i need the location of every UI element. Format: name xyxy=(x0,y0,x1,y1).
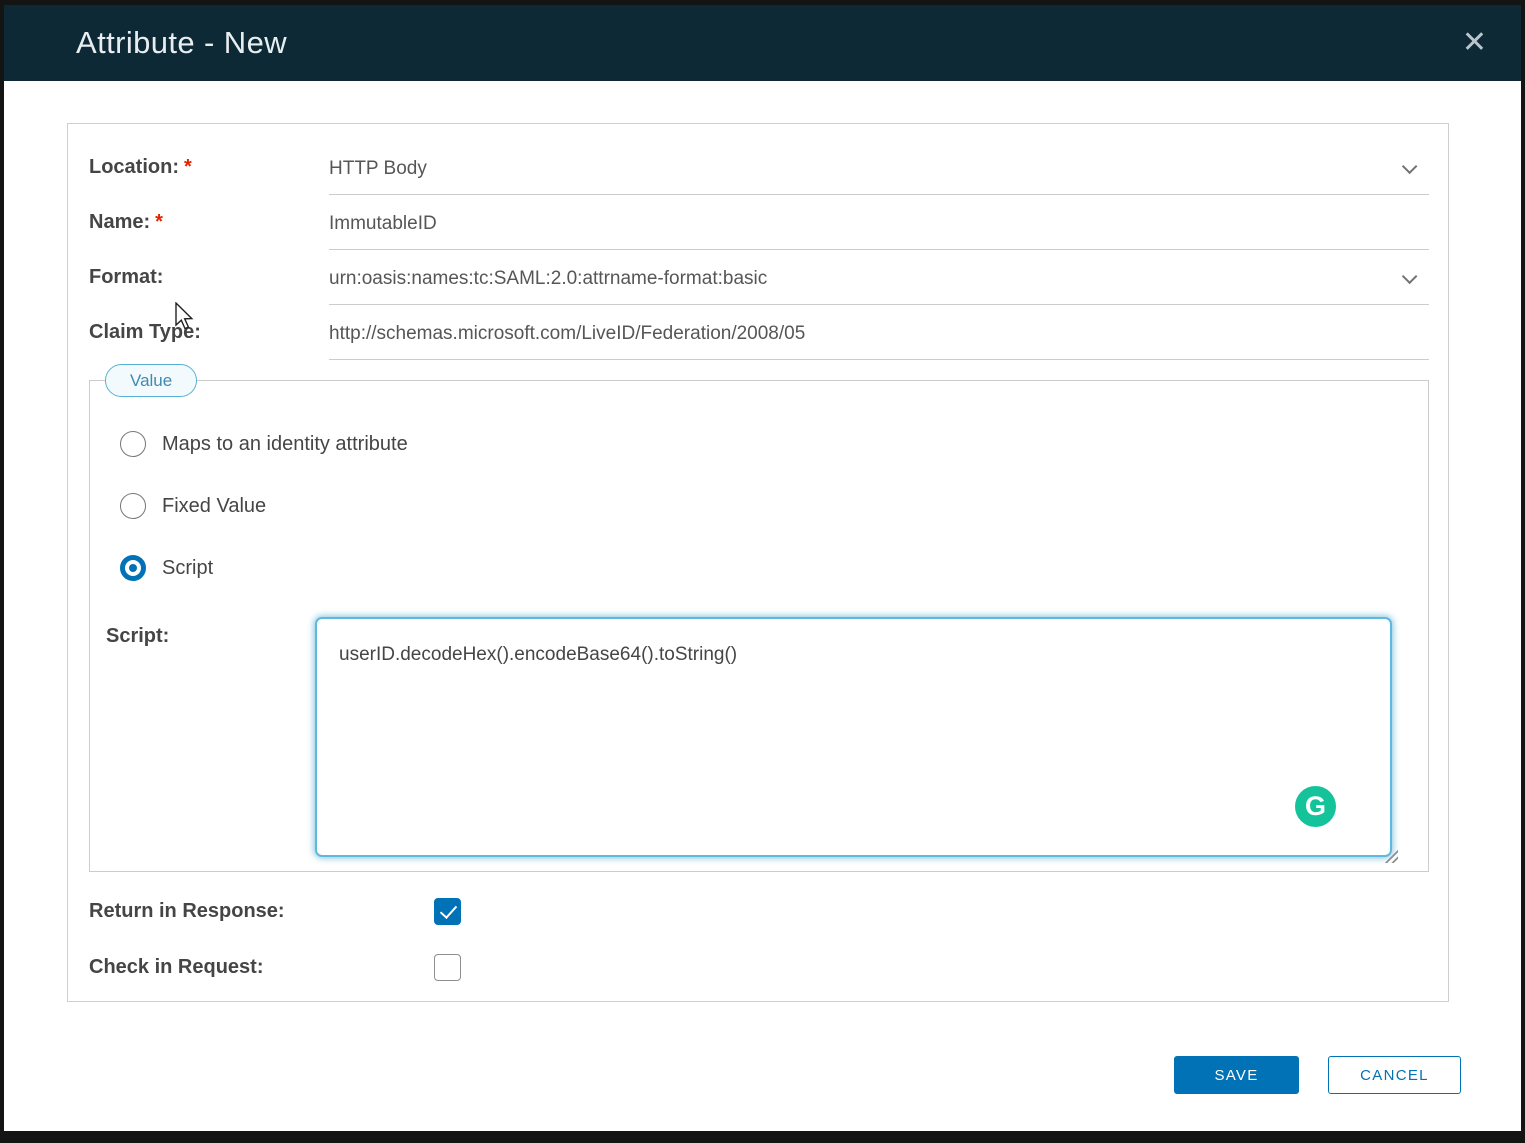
format-select[interactable]: urn:oasis:names:tc:SAML:2.0:attrname-for… xyxy=(329,250,1429,305)
required-asterisk: * xyxy=(155,211,163,233)
script-row: Script: userID.decodeHex().encodeBase64(… xyxy=(106,617,1412,857)
dialog-title: Attribute - New xyxy=(76,25,1454,61)
radio-maps-to-identity[interactable] xyxy=(120,431,146,457)
script-editor-container: userID.decodeHex().encodeBase64().toStri… xyxy=(315,617,1392,857)
claim-type-value: http://schemas.microsoft.com/LiveID/Fede… xyxy=(329,323,805,345)
location-select[interactable]: HTTP Body xyxy=(329,140,1429,195)
save-button[interactable]: SAVE xyxy=(1174,1056,1299,1094)
location-label: Location:* xyxy=(89,140,329,195)
chevron-down-icon xyxy=(1402,269,1418,285)
grammarly-icon[interactable]: G xyxy=(1295,786,1336,827)
name-label: Name:* xyxy=(89,195,329,250)
claim-type-row: Claim Type: http://schemas.microsoft.com… xyxy=(89,305,1429,360)
form-panel: Location:* HTTP Body Name:* ImmutableID … xyxy=(67,123,1449,1002)
radio-label[interactable]: Script xyxy=(162,557,213,580)
name-input[interactable]: ImmutableID xyxy=(329,195,1429,250)
name-row: Name:* ImmutableID xyxy=(89,195,1429,250)
location-row: Location:* HTTP Body xyxy=(89,140,1429,195)
claim-type-label-text: Claim Type: xyxy=(89,321,201,343)
radio-label[interactable]: Fixed Value xyxy=(162,495,266,518)
close-icon[interactable]: ✕ xyxy=(1454,24,1495,62)
claim-type-label: Claim Type: xyxy=(89,305,329,360)
check-in-request-checkbox[interactable] xyxy=(434,954,461,981)
script-textarea[interactable]: userID.decodeHex().encodeBase64().toStri… xyxy=(315,617,1392,857)
claim-type-input[interactable]: http://schemas.microsoft.com/LiveID/Fede… xyxy=(329,305,1429,360)
format-row: Format: urn:oasis:names:tc:SAML:2.0:attr… xyxy=(89,250,1429,305)
required-asterisk: * xyxy=(184,156,192,178)
location-value: HTTP Body xyxy=(329,158,427,180)
radio-script[interactable] xyxy=(120,555,146,581)
format-value: urn:oasis:names:tc:SAML:2.0:attrname-for… xyxy=(329,268,767,290)
radio-label[interactable]: Maps to an identity attribute xyxy=(162,433,408,456)
attribute-new-dialog: Attribute - New ✕ Location:* HTTP Body N… xyxy=(4,5,1521,1131)
check-in-request-row: Check in Request: xyxy=(89,954,1448,981)
radio-row-fixed-value[interactable]: Fixed Value xyxy=(120,493,1412,519)
return-in-response-label: Return in Response: xyxy=(89,900,434,923)
cancel-button[interactable]: CANCEL xyxy=(1328,1056,1461,1094)
format-label-text: Format: xyxy=(89,266,163,288)
chevron-down-icon xyxy=(1402,159,1418,175)
script-label: Script: xyxy=(106,617,315,857)
dialog-footer: SAVE CANCEL xyxy=(1174,1056,1461,1094)
dialog-header: Attribute - New ✕ xyxy=(4,5,1521,81)
form-rows: Location:* HTTP Body Name:* ImmutableID … xyxy=(68,124,1448,360)
radio-row-maps-to-identity[interactable]: Maps to an identity attribute xyxy=(120,431,1412,457)
name-value: ImmutableID xyxy=(329,213,437,235)
location-label-text: Location: xyxy=(89,156,179,178)
value-panel: Maps to an identity attribute Fixed Valu… xyxy=(89,380,1429,872)
radio-row-script[interactable]: Script xyxy=(120,555,1412,581)
name-label-text: Name: xyxy=(89,211,150,233)
format-label: Format: xyxy=(89,250,329,305)
return-in-response-row: Return in Response: xyxy=(89,898,1448,925)
value-section: Value Maps to an identity attribute Fixe… xyxy=(89,380,1429,872)
radio-fixed-value[interactable] xyxy=(120,493,146,519)
check-in-request-label: Check in Request: xyxy=(89,956,434,979)
tab-value[interactable]: Value xyxy=(105,364,197,397)
return-in-response-checkbox[interactable] xyxy=(434,898,461,925)
